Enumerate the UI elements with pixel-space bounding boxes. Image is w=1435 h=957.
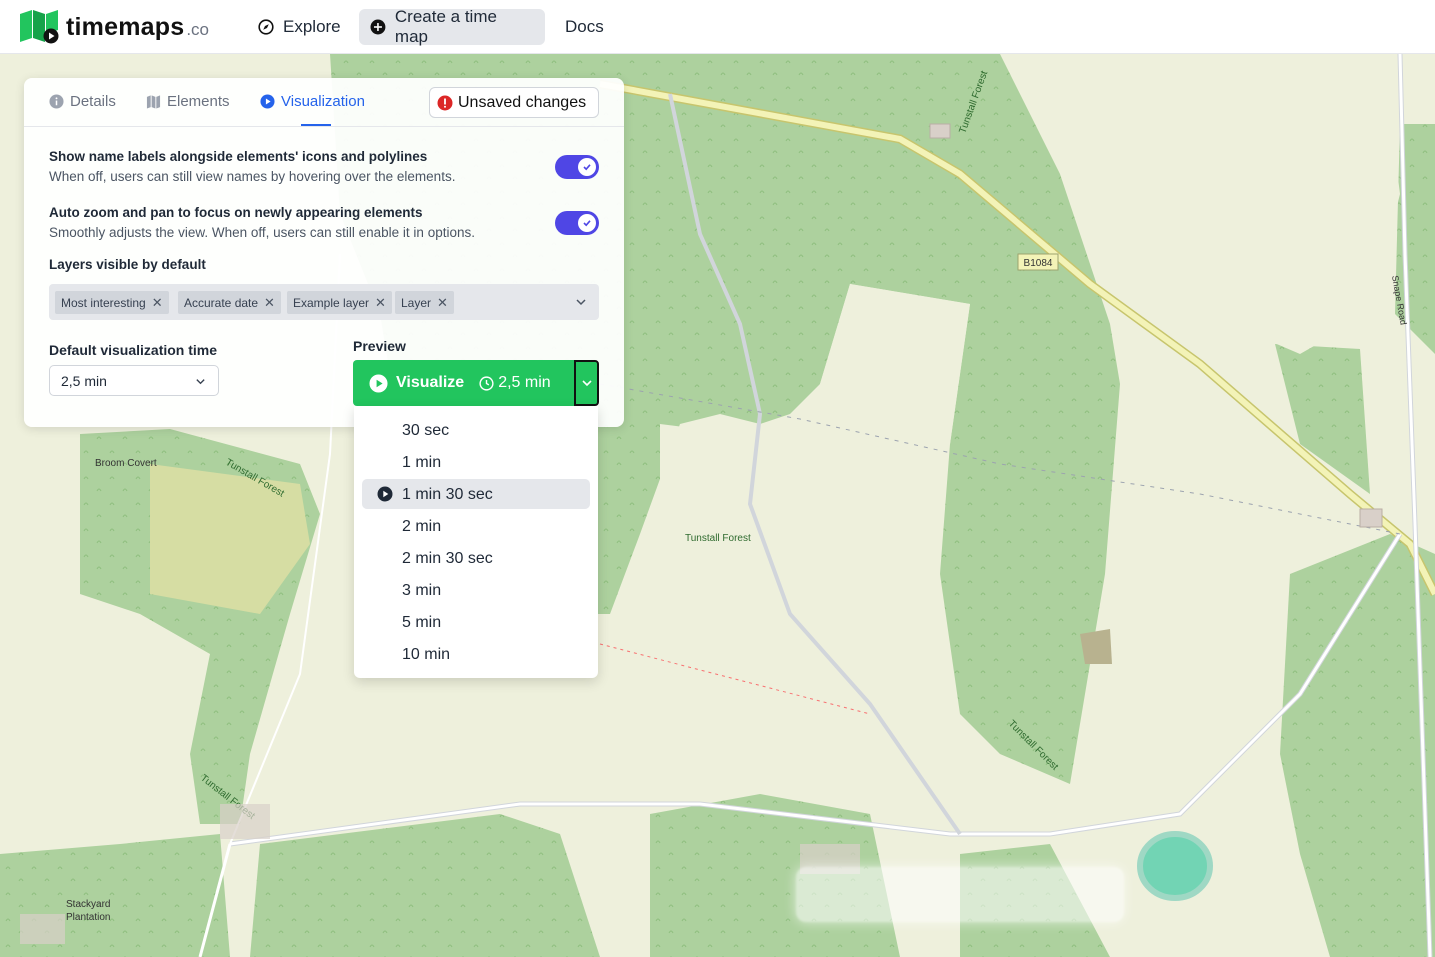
settings-panel: Details Elements Visualization Unsaved c… <box>24 78 624 427</box>
remove-icon[interactable]: ✕ <box>437 295 448 311</box>
info-icon <box>49 94 64 109</box>
default-time-value: 2,5 min <box>61 373 107 389</box>
menu-item-1min30sec[interactable]: 1 min 30 sec <box>362 479 590 509</box>
chevron-down-icon <box>581 380 592 387</box>
plantation-label: Plantation <box>66 912 110 923</box>
compass-icon <box>258 19 274 35</box>
explore-label: Explore <box>283 17 341 36</box>
menu-item-label: 1 min <box>402 454 442 471</box>
layers-multiselect[interactable]: Most interesting ✕ Accurate date ✕ Example… <box>49 284 599 320</box>
labels-toggle[interactable] <box>555 155 599 179</box>
logo[interactable]: timemaps .co <box>20 10 209 44</box>
broom-covert-label: Broom Covert <box>95 458 157 469</box>
map-icon <box>146 95 161 109</box>
docs-link[interactable]: Docs <box>554 9 615 45</box>
layer-chip-label: Accurate date <box>184 295 259 310</box>
unsaved-changes-button[interactable]: Unsaved changes <box>429 87 599 118</box>
plus-circle-icon <box>370 19 386 35</box>
autozoom-toggle[interactable] <box>555 211 599 235</box>
road-label: B1084 <box>1024 258 1053 269</box>
menu-item-label: 2 min <box>402 518 442 535</box>
tunstall-forest-label: Tunstall Forest <box>685 533 751 544</box>
menu-item-label: 10 min <box>402 646 451 663</box>
default-time-label: Default visualization time <box>49 342 218 358</box>
menu-item-3min[interactable]: 3 min <box>362 575 590 605</box>
option-autozoom-title: Auto zoom and pan to focus on newly appe… <box>49 205 423 220</box>
tab-elements-label: Elements <box>167 93 230 110</box>
active-tab-indicator <box>301 124 331 126</box>
menu-item-label: 2 min 30 sec <box>402 550 493 567</box>
brand-name: timemaps <box>66 12 185 41</box>
check-icon <box>578 214 596 232</box>
remove-icon[interactable]: ✕ <box>264 295 275 311</box>
unsaved-label: Unsaved changes <box>458 93 587 111</box>
create-label: Create a time map <box>394 7 497 46</box>
create-time-map-button[interactable]: Create a time map <box>359 7 545 46</box>
layer-chip-label: Layer <box>401 295 432 310</box>
tab-elements[interactable]: Elements <box>146 93 230 110</box>
tab-details-label: Details <box>70 93 116 110</box>
option-autozoom-desc: Smoothly adjusts the view. When off, use… <box>49 225 475 240</box>
check-icon <box>578 158 596 176</box>
menu-item-label: 30 sec <box>402 422 450 439</box>
tab-visualization[interactable]: Visualization <box>260 93 365 110</box>
layers-label: Layers visible by default <box>49 257 206 272</box>
layer-chip-label: Most interesting <box>61 295 146 310</box>
menu-item-5min[interactable]: 5 min <box>362 607 590 637</box>
chevron-down-icon <box>196 379 205 385</box>
visualize-label: Visualize <box>396 374 465 391</box>
menu-item-30sec[interactable]: 30 sec <box>362 415 590 445</box>
default-time-select[interactable]: 2,5 min <box>49 365 219 396</box>
play-circle-icon <box>377 486 393 502</box>
visualize-dropdown-toggle[interactable] <box>574 360 599 406</box>
menu-item-2min30sec[interactable]: 2 min 30 sec <box>362 543 590 573</box>
layer-chip[interactable]: Example layer ✕ <box>287 291 392 314</box>
chevron-down-icon[interactable] <box>575 296 587 308</box>
docs-label: Docs <box>565 17 604 36</box>
option-labels-title: Show name labels alongside elements' ico… <box>49 149 428 164</box>
menu-item-10min[interactable]: 10 min <box>362 639 590 669</box>
menu-item-2min[interactable]: 2 min <box>362 511 590 541</box>
clock-icon <box>479 375 494 391</box>
menu-item-1min[interactable]: 1 min <box>362 447 590 477</box>
menu-item-label: 3 min <box>402 582 442 599</box>
blurred-overlay <box>796 867 1124 922</box>
stackyard-label: Stackyard <box>66 899 110 910</box>
brand-suffix: .co <box>186 20 209 39</box>
tab-bar: Details Elements Visualization Unsaved c… <box>24 78 624 127</box>
visualize-time: 2,5 min <box>498 374 551 391</box>
layer-chip[interactable]: Layer ✕ <box>395 291 454 314</box>
time-dropdown-menu: 30 sec 1 min 1 min 30 sec 2 min 2 min 30… <box>354 406 598 678</box>
remove-icon[interactable]: ✕ <box>375 295 386 311</box>
map-logo-icon <box>20 10 60 44</box>
tab-details[interactable]: Details <box>49 93 116 110</box>
alert-icon <box>437 95 453 110</box>
tab-visualization-label: Visualization <box>281 93 365 110</box>
preview-label: Preview <box>353 338 406 354</box>
menu-item-label: 5 min <box>402 614 442 631</box>
explore-button[interactable]: Explore <box>247 9 352 45</box>
option-labels-desc: When off, users can still view names by … <box>49 169 456 184</box>
layer-chip[interactable]: Accurate date ✕ <box>178 291 281 314</box>
menu-item-label: 1 min 30 sec <box>402 486 493 503</box>
top-nav: timemaps .co Explore Create a time map D… <box>0 0 1435 54</box>
visualize-button[interactable]: Visualize 2,5 min <box>353 360 574 406</box>
play-circle-icon <box>369 373 388 393</box>
layer-chip-label: Example layer <box>293 295 370 310</box>
play-circle-icon <box>260 94 275 109</box>
layer-chip[interactable]: Most interesting ✕ <box>55 291 169 314</box>
remove-icon[interactable]: ✕ <box>152 295 163 311</box>
